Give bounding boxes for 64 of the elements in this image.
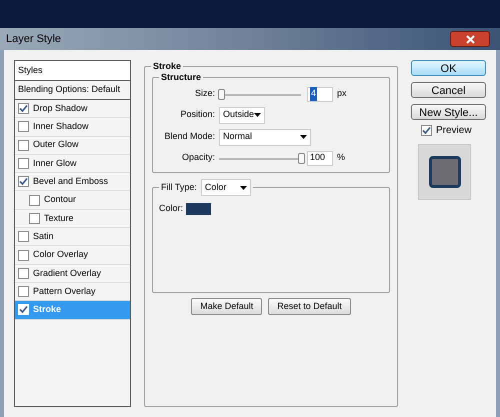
dialog-button[interactable]: OK: [411, 60, 486, 76]
check-icon: [19, 104, 28, 114]
checkbox[interactable]: [18, 268, 29, 279]
checkbox[interactable]: [18, 250, 29, 261]
styles-item-label: Outer Glow: [33, 138, 79, 152]
dialog-button[interactable]: Cancel: [411, 82, 486, 98]
slider-thumb[interactable]: [298, 152, 305, 164]
checkbox[interactable]: [29, 212, 40, 224]
close-icon: [466, 34, 474, 44]
preview-swatch: [428, 156, 460, 188]
styles-item-label: Pattern Overlay: [33, 284, 96, 298]
position-label: Position:: [179, 108, 216, 122]
styles-item-label: Satin: [33, 230, 54, 243]
dropdown[interactable]: Color: [200, 179, 251, 196]
styles-item-label: Texture: [44, 212, 74, 225]
unit-label: px: [337, 87, 347, 100]
checkbox[interactable]: [18, 121, 29, 132]
checkbox[interactable]: [421, 125, 432, 136]
checkbox[interactable]: [18, 231, 29, 242]
styles-item-label: Bevel and Emboss: [33, 175, 108, 188]
styles-item[interactable]: Outer Glow: [15, 136, 130, 155]
checkbox[interactable]: [18, 103, 29, 114]
opacity-field[interactable]: 100: [307, 150, 333, 166]
window-title: Layer Style: [6, 32, 62, 47]
styles-item[interactable]: Drop Shadow: [15, 100, 130, 118]
checkbox[interactable]: [18, 140, 29, 151]
color-swatch[interactable]: [186, 202, 212, 215]
checkbox[interactable]: [18, 286, 29, 298]
checkbox[interactable]: [29, 194, 40, 206]
styles-item-label: Gradient Overlay: [33, 266, 102, 280]
styles-item-label: Drop Shadow: [33, 102, 88, 115]
close-button[interactable]: [450, 31, 490, 47]
styles-item-label: Stroke: [33, 303, 62, 316]
styles-item[interactable]: Bevel and Emboss: [15, 173, 130, 192]
caret-icon: [300, 135, 307, 139]
opacity-label: Opacity:: [180, 151, 216, 164]
styles-item[interactable]: Gradient Overlay: [15, 264, 130, 283]
checkbox[interactable]: [18, 158, 29, 170]
check-icon: [19, 305, 28, 314]
preview-label: Preview: [436, 124, 472, 138]
dropdown[interactable]: Normal: [219, 128, 311, 146]
dropdown[interactable]: Outside: [219, 106, 265, 124]
color-label: Color:: [159, 202, 184, 215]
size-field[interactable]: 4: [307, 86, 333, 102]
styles-item-label: Inner Shadow: [33, 120, 89, 134]
styles-item[interactable]: Satin: [15, 228, 130, 246]
styles-item-label: Inner Glow: [33, 156, 77, 170]
unit-label: %: [337, 151, 346, 164]
styles-header: Styles: [15, 61, 130, 81]
caret-icon: [240, 186, 247, 190]
dialog-button[interactable]: Make Default: [191, 298, 262, 315]
styles-item-label: Color Overlay: [33, 248, 88, 262]
check-icon: [19, 177, 28, 186]
check-icon: [422, 126, 431, 135]
styles-item[interactable]: Inner Shadow: [15, 118, 130, 137]
blend-mode-label: Blend Mode:: [163, 130, 216, 144]
slider-thumb[interactable]: [218, 88, 226, 100]
dialog-button[interactable]: Reset to Default: [268, 298, 351, 315]
checkbox[interactable]: [18, 176, 29, 188]
styles-item-label: Contour: [44, 193, 76, 206]
dialog-button[interactable]: New Style...: [411, 104, 486, 120]
caret-icon: [254, 113, 261, 117]
size-label: Size:: [194, 87, 216, 100]
fill-type-label: Fill Type:: [161, 180, 197, 194]
